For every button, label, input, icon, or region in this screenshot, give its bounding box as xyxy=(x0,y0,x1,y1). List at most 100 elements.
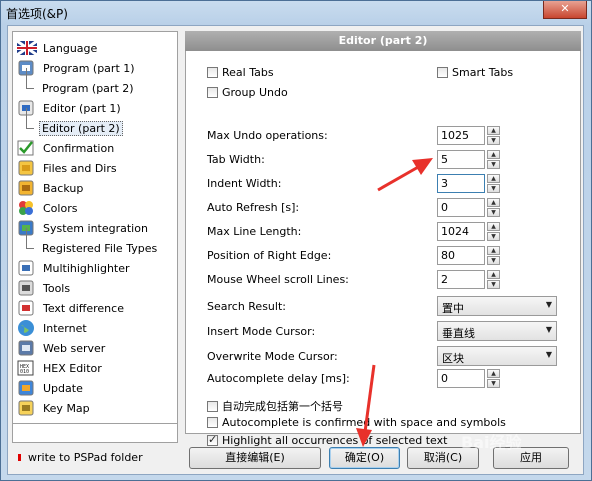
hex-editor-icon: HEX 010 xyxy=(17,359,37,377)
spin-down-icon[interactable]: ▼ xyxy=(487,232,500,241)
spin-up-icon[interactable]: ▲ xyxy=(487,222,500,231)
position-of-right-edge-spinner[interactable]: 80 ▲ ▼ xyxy=(437,246,502,265)
option-checkbox-2[interactable]: Autocomplete is confirmed with space and… xyxy=(207,416,506,429)
spin-up-icon[interactable]: ▲ xyxy=(487,174,500,183)
max-line-length-input[interactable]: 1024 xyxy=(437,222,485,241)
max-undo-operations-input[interactable]: 1025 xyxy=(437,126,485,145)
tree-connector xyxy=(26,228,27,248)
editor-pencil-icon xyxy=(17,99,37,117)
tree-item-colors[interactable]: Colors xyxy=(17,198,80,218)
tree-item-update[interactable]: Update xyxy=(17,378,86,398)
tree-item-backup[interactable]: Backup xyxy=(17,178,86,198)
tree-item-editor-part-1[interactable]: Editor (part 1) xyxy=(17,98,124,118)
smart-tabs-checkbox[interactable]: Smart Tabs xyxy=(437,66,513,79)
group-undo-box[interactable] xyxy=(207,87,218,98)
group-undo-label: Group Undo xyxy=(222,86,288,99)
overwrite-mode-cursor-label: Overwrite Mode Cursor: xyxy=(207,350,338,363)
tree-item-internet[interactable]: Internet xyxy=(17,318,90,338)
tree-item-label: Registered File Types xyxy=(42,241,158,255)
group-undo-checkbox[interactable]: Group Undo xyxy=(207,86,288,99)
tree-filter-input[interactable] xyxy=(12,423,178,443)
max-line-length-spinner[interactable]: 1024 ▲ ▼ xyxy=(437,222,502,241)
search-result-select[interactable]: 置中 ▼ xyxy=(437,296,557,316)
tree-connector xyxy=(26,248,34,249)
tree-item-label: Internet xyxy=(43,321,87,335)
autocomplete-delay-spinner[interactable]: 0 ▲ ▼ xyxy=(437,369,502,388)
tab-width-spinner[interactable]: 5 ▲ ▼ xyxy=(437,150,502,169)
tree-item-text-difference[interactable]: Text difference xyxy=(17,298,127,318)
tab-width-input[interactable]: 5 xyxy=(437,150,485,169)
spin-up-icon[interactable]: ▲ xyxy=(487,126,500,135)
spin-down-icon[interactable]: ▼ xyxy=(487,160,500,169)
option-checkbox-3[interactable]: Highlight all occurrences of selected te… xyxy=(207,433,447,447)
mouse-wheel-scroll-lines-input[interactable]: 2 xyxy=(437,270,485,289)
spin-down-icon[interactable]: ▼ xyxy=(487,256,500,265)
spin-up-icon[interactable]: ▲ xyxy=(487,246,500,255)
chevron-down-icon: ▼ xyxy=(545,300,552,309)
title-bar: 首选项(&P) ✕ xyxy=(1,1,591,25)
smart-tabs-label: Smart Tabs xyxy=(452,66,514,79)
checkbox-label: 自动完成包括第一个括号 xyxy=(222,400,343,413)
tree-connector xyxy=(26,68,27,88)
autocomplete-delay-input[interactable]: 0 xyxy=(437,369,485,388)
tree-item-label: Editor (part 1) xyxy=(43,101,121,115)
tree-item-program-part-2[interactable]: Program (part 2) xyxy=(26,68,137,98)
tree-item-label: Confirmation xyxy=(43,141,115,155)
confirmation-check-icon xyxy=(17,139,37,157)
tree-item-label: Colors xyxy=(43,201,78,215)
max-undo-operations-spinner[interactable]: 1025 ▲ ▼ xyxy=(437,126,502,145)
spin-down-icon[interactable]: ▼ xyxy=(487,208,500,217)
tree-item-files-and-dirs[interactable]: Files and Dirs xyxy=(17,158,120,178)
ok-button[interactable]: 确定(O) xyxy=(329,447,400,469)
indent-width-spinner[interactable]: 3 ▲ ▼ xyxy=(437,174,502,193)
tree-item-label: Web server xyxy=(43,341,106,355)
settings-tree[interactable]: Language Program (part 1) Program (part 2)… xyxy=(12,31,178,443)
dialog-client-area: Language Program (part 1) Program (part 2)… xyxy=(7,25,584,475)
tree-item-tools[interactable]: Tools xyxy=(17,278,73,298)
spin-down-icon[interactable]: ▼ xyxy=(487,136,500,145)
panel-header: Editor (part 2) xyxy=(185,31,581,51)
auto-refresh-s-spinner[interactable]: 0 ▲ ▼ xyxy=(437,198,502,217)
indent-width-input[interactable]: 3 xyxy=(437,174,485,193)
tree-item-editor-part-2[interactable]: Editor (part 2) xyxy=(26,108,123,138)
mouse-wheel-scroll-lines-spinner[interactable]: 2 ▲ ▼ xyxy=(437,270,502,289)
real-tabs-box[interactable] xyxy=(207,67,218,78)
position-of-right-edge-input[interactable]: 80 xyxy=(437,246,485,265)
tree-item-program-part-1[interactable]: Program (part 1) xyxy=(17,58,138,78)
tree-item-multihighlighter[interactable]: Multihighlighter xyxy=(17,258,133,278)
checkbox-box[interactable] xyxy=(207,417,218,428)
checkbox-box[interactable] xyxy=(207,400,218,412)
insert-mode-cursor-select[interactable]: 垂直线 ▼ xyxy=(437,321,557,341)
close-button[interactable]: ✕ xyxy=(543,1,587,19)
tree-item-key-map[interactable]: Key Map xyxy=(17,398,93,418)
spin-up-icon[interactable]: ▲ xyxy=(487,150,500,159)
option-checkbox-1[interactable]: 自动完成包括第一个括号 xyxy=(207,398,343,414)
auto-refresh-s-input[interactable]: 0 xyxy=(437,198,485,217)
tree-item-registered-file-types[interactable]: Registered File Types xyxy=(26,228,160,258)
close-icon: ✕ xyxy=(560,2,570,15)
tree-item-system-integration[interactable]: System integration xyxy=(17,218,151,238)
tree-item-confirmation[interactable]: Confirmation xyxy=(17,138,117,158)
real-tabs-checkbox[interactable]: Real Tabs xyxy=(207,66,274,79)
tree-item-web-server[interactable]: Web server xyxy=(17,338,108,358)
spin-up-icon[interactable]: ▲ xyxy=(487,198,500,207)
keymap-icon xyxy=(17,399,37,417)
tree-item-label: Multihighlighter xyxy=(43,261,130,275)
write-to-folder-note: write to PSPad folder xyxy=(18,451,143,464)
tree-item-hex-editor[interactable]: HEX 010 HEX Editor xyxy=(17,358,105,378)
real-tabs-label: Real Tabs xyxy=(222,66,274,79)
watermark: Bai经验 xyxy=(461,433,522,452)
auto-refresh-s-label: Auto Refresh [s]: xyxy=(207,201,300,214)
spin-down-icon[interactable]: ▼ xyxy=(487,280,500,289)
checkbox-label: Autocomplete is confirmed with space and… xyxy=(222,416,506,429)
tree-item-language[interactable]: Language xyxy=(17,38,100,58)
spin-down-icon[interactable]: ▼ xyxy=(487,184,500,193)
direct-edit-button[interactable]: 直接编辑(E) xyxy=(189,447,321,469)
smart-tabs-box[interactable] xyxy=(437,67,448,78)
tree-item-label: Program (part 2) xyxy=(42,81,134,95)
spin-up-icon[interactable]: ▲ xyxy=(487,369,500,378)
overwrite-mode-cursor-select[interactable]: 区块 ▼ xyxy=(437,346,557,366)
checkbox-box[interactable] xyxy=(207,433,218,446)
spin-up-icon[interactable]: ▲ xyxy=(487,270,500,279)
spin-down-icon[interactable]: ▼ xyxy=(487,379,500,388)
